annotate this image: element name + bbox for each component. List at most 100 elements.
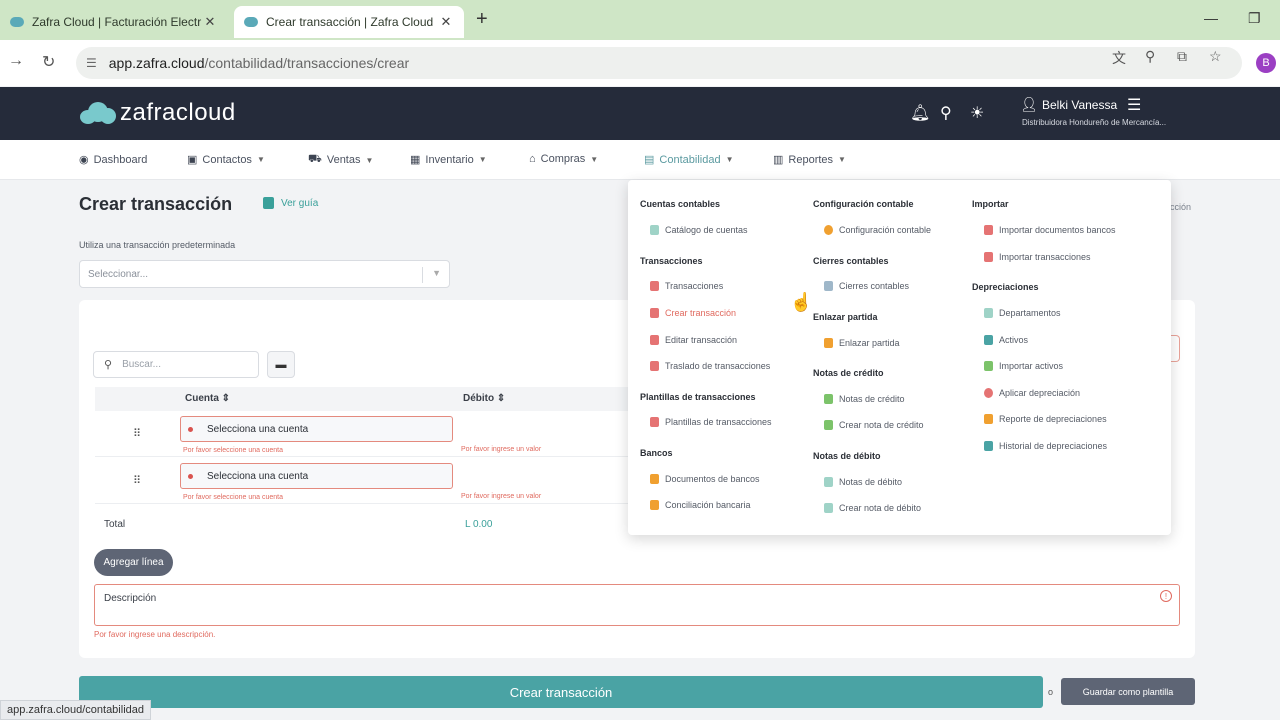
- lock-icon: [824, 281, 833, 291]
- menu-item-conciliacion[interactable]: Conciliación bancaria: [650, 500, 751, 510]
- column-debito[interactable]: Débito ⇕: [463, 393, 505, 404]
- menu-item-crear-nota-debito[interactable]: Crear nota de débito: [824, 503, 921, 513]
- new-tab-button[interactable]: +: [476, 8, 488, 31]
- nav-contabilidad[interactable]: ▤ Contabilidad ▼: [644, 153, 734, 167]
- translate-icon[interactable]: 文: [1112, 48, 1126, 68]
- site-settings-icon[interactable]: ☰: [86, 56, 97, 70]
- description-field[interactable]: Descripción !: [94, 584, 1180, 626]
- preset-label: Utiliza una transacción predeterminada: [79, 240, 236, 250]
- drag-handle-icon[interactable]: ⠿: [133, 474, 141, 487]
- menu-item-importar-activos[interactable]: Importar activos: [984, 361, 1063, 371]
- menu-item-notas-credito[interactable]: Notas de crédito: [824, 394, 905, 404]
- address-bar[interactable]: ☰ app.zafra.cloud/contabilidad/transacci…: [76, 47, 1242, 79]
- create-transaction-button[interactable]: Crear transacción: [79, 676, 1043, 708]
- debit-error: Por favor ingrese un valor: [461, 493, 542, 500]
- menu-item-catalogo[interactable]: Catálogo de cuentas: [650, 225, 748, 235]
- menu-section-configuracion: Configuración contable: [813, 199, 914, 209]
- menu-item-aplicar-depreciacion[interactable]: Aplicar depreciación: [984, 388, 1080, 398]
- menu-item-traslado[interactable]: Traslado de transacciones: [650, 361, 770, 371]
- close-tab-icon[interactable]: ✕: [202, 14, 218, 30]
- hand-cursor-icon: ☝: [790, 292, 813, 312]
- menu-item-configuracion[interactable]: Configuración contable: [824, 225, 931, 235]
- nav-label: Reportes: [788, 153, 834, 166]
- save-template-button[interactable]: Guardar como plantilla: [1061, 678, 1195, 705]
- total-row: Total L 0.00: [95, 510, 635, 540]
- menu-item-editar-transaccion[interactable]: Editar transacción: [650, 335, 737, 345]
- drag-handle-icon[interactable]: ⠿: [133, 427, 141, 440]
- add-line-button[interactable]: Agregar línea: [94, 549, 173, 576]
- menu-item-plantillas[interactable]: Plantillas de transacciones: [650, 417, 772, 427]
- zafracloud-logo[interactable]: zafracloud: [80, 99, 236, 127]
- menu-icon[interactable]: ☰: [1127, 95, 1141, 115]
- sun-icon[interactable]: ☀: [970, 103, 984, 123]
- browser-tab-crear-transaccion[interactable]: Crear transacción | Zafra Cloud ✕: [234, 6, 464, 38]
- account-select[interactable]: Selecciona una cuenta: [180, 416, 453, 442]
- menu-item-documentos-bancos[interactable]: Documentos de bancos: [650, 474, 760, 484]
- preset-select[interactable]: Seleccionar... ▼: [79, 260, 450, 288]
- percent-icon: [984, 388, 993, 398]
- nav-ventas[interactable]: ⛟ Ventas ▼: [308, 153, 373, 167]
- import-icon: [984, 252, 993, 262]
- catalog-icon: [650, 225, 659, 235]
- date-field-edge[interactable]: [1170, 335, 1180, 362]
- menu-item-enlazar[interactable]: Enlazar partida: [824, 338, 900, 348]
- cloud-favicon-icon: [10, 17, 24, 27]
- nav-inventario[interactable]: ▦ Inventario ▼: [410, 153, 487, 167]
- menu-section-cuentas: Cuentas contables: [640, 199, 721, 209]
- menu-section-notas-debito: Notas de débito: [813, 451, 881, 461]
- guide-link[interactable]: Ver guía: [263, 197, 318, 209]
- search-icon[interactable]: ⚲: [940, 103, 952, 123]
- columns-button[interactable]: ▬: [267, 351, 295, 378]
- account-select[interactable]: Selecciona una cuenta: [180, 463, 453, 489]
- nav-reportes[interactable]: ▥ Reportes ▼: [773, 153, 846, 167]
- warning-icon: !: [1160, 590, 1172, 602]
- description-error: Por favor ingrese una descripción.: [94, 630, 216, 639]
- nav-dashboard[interactable]: ◉ Dashboard: [79, 153, 147, 167]
- menu-item-importar-documentos[interactable]: Importar documentos bancos: [984, 225, 1116, 235]
- table-row: ⠿ Selecciona una cuenta Por favor selecc…: [95, 458, 635, 504]
- nav-label: Compras: [540, 153, 586, 165]
- menu-item-transacciones[interactable]: Transacciones: [650, 281, 723, 291]
- menu-item-crear-nota-credito[interactable]: Crear nota de crédito: [824, 420, 924, 430]
- nav-label: Ventas: [326, 154, 361, 166]
- restore-button[interactable]: ❐: [1248, 10, 1261, 27]
- select-placeholder: Seleccionar...: [88, 268, 149, 280]
- menu-item-activos[interactable]: Activos: [984, 335, 1028, 345]
- edit-icon: [650, 335, 659, 345]
- menu-section-cierres: Cierres contables: [813, 256, 889, 266]
- zoom-icon[interactable]: ⚲: [1145, 48, 1155, 65]
- close-tab-icon[interactable]: ✕: [438, 14, 454, 30]
- bookmark-star-icon[interactable]: ☆: [1209, 48, 1222, 65]
- bank-icon: [650, 474, 659, 484]
- bell-icon[interactable]: 🔔︎: [910, 103, 930, 123]
- nav-contactos[interactable]: ▣ Contactos ▼: [187, 153, 265, 167]
- menu-item-cierres[interactable]: Cierres contables: [824, 281, 909, 291]
- account-placeholder: Selecciona una cuenta: [207, 423, 309, 435]
- menu-item-importar-transacciones[interactable]: Importar transacciones: [984, 252, 1091, 262]
- total-debit: L 0.00: [465, 519, 493, 530]
- browser-tab-facturacion[interactable]: Zafra Cloud | Facturación Electr ✕: [0, 6, 228, 38]
- chevron-down-icon: ▼: [725, 155, 734, 164]
- menu-item-crear-transaccion[interactable]: Crear transacción: [650, 308, 736, 318]
- search-input[interactable]: ⚲ Buscar...: [93, 351, 259, 378]
- user-name[interactable]: Belki Vanessa: [1042, 98, 1117, 112]
- assets-icon: [984, 335, 993, 345]
- install-app-icon[interactable]: ⧉: [1177, 48, 1187, 65]
- sales-icon: ⛟: [308, 153, 322, 165]
- minimize-button[interactable]: —: [1204, 10, 1218, 26]
- import-bank-icon: [984, 225, 993, 235]
- cloud-logo-icon: [80, 102, 116, 124]
- debit-note-add-icon: [824, 503, 833, 513]
- menu-item-historial-depreciaciones[interactable]: Historial de depreciaciones: [984, 441, 1107, 451]
- reload-icon[interactable]: ↻: [42, 52, 55, 72]
- transfer-icon: [650, 361, 659, 371]
- menu-item-reporte-depreciaciones[interactable]: Reporte de depreciaciones: [984, 414, 1107, 424]
- nav-compras[interactable]: ⌂ Compras ▼: [529, 153, 598, 165]
- forward-icon[interactable]: →: [8, 52, 24, 70]
- column-cuenta[interactable]: Cuenta ⇕: [185, 393, 230, 404]
- menu-item-notas-debito[interactable]: Notas de débito: [824, 477, 902, 487]
- credit-note-add-icon: [824, 420, 833, 430]
- profile-avatar[interactable]: B: [1256, 53, 1276, 73]
- user-icon[interactable]: 👤︎: [1020, 96, 1038, 113]
- menu-item-departamentos[interactable]: Departamentos: [984, 308, 1061, 318]
